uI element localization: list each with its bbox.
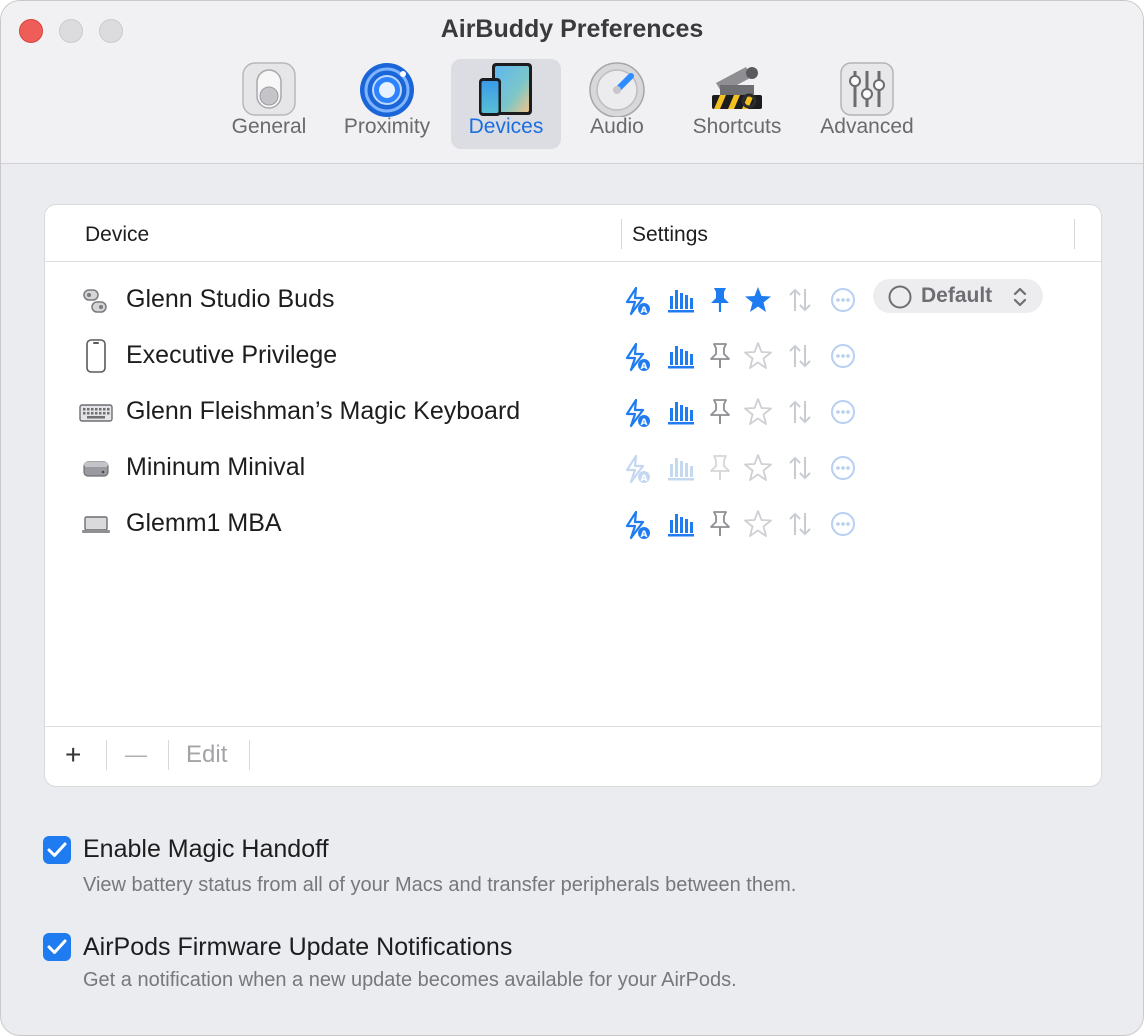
shortcuts-icon	[712, 67, 762, 109]
tab-label: Advanced	[820, 115, 914, 138]
chevron-up-down-icon	[1013, 287, 1027, 307]
mode-popup-label: Default	[921, 284, 993, 307]
footer-separator	[106, 740, 107, 770]
toggle-switch-icon	[242, 62, 296, 116]
table-row[interactable]: Glemm1 MBA A	[45, 497, 1101, 553]
device-name: Executive Privilege	[126, 341, 338, 369]
tab-label: Devices	[468, 115, 544, 138]
svg-text:A: A	[641, 306, 648, 316]
svg-text:A: A	[641, 362, 648, 372]
earbuds-icon	[83, 289, 107, 313]
magic-handoff-description: View battery status from all of your Mac…	[83, 874, 797, 896]
pin-icon[interactable]	[707, 454, 733, 482]
svg-text:A: A	[641, 418, 648, 428]
footer-separator	[168, 740, 169, 770]
transfer-arrows-icon[interactable]	[787, 286, 813, 314]
devices-table: Device Settings Glenn Studio Buds A Defa…	[44, 204, 1102, 787]
column-divider	[621, 219, 622, 249]
auto-connect-icon[interactable]: A	[623, 398, 651, 428]
auto-connect-icon[interactable]: A	[623, 286, 651, 316]
pin-icon[interactable]	[707, 342, 733, 370]
favorite-star-icon[interactable]	[743, 454, 773, 482]
equalizer-icon[interactable]	[667, 398, 695, 426]
tab-audio[interactable]: Audio	[575, 59, 659, 149]
iphone-icon	[86, 339, 106, 373]
more-options-icon[interactable]	[829, 398, 857, 426]
pin-icon[interactable]	[707, 510, 733, 538]
transfer-arrows-icon[interactable]	[787, 510, 813, 538]
equalizer-icon[interactable]	[667, 454, 695, 482]
sliders-icon	[840, 62, 894, 116]
tab-label: Audio	[590, 115, 644, 138]
title-bar: AirBuddy Preferences General Proximity D…	[1, 1, 1143, 164]
tab-advanced[interactable]: Advanced	[811, 59, 923, 149]
tab-shortcuts[interactable]: Shortcuts	[681, 59, 793, 149]
favorite-star-icon[interactable]	[743, 342, 773, 370]
device-name: Mininum Minival	[126, 453, 306, 481]
table-row[interactable]: Executive Privilege A	[45, 329, 1101, 385]
equalizer-icon[interactable]	[667, 342, 695, 370]
mode-popup-button[interactable]: Default	[873, 279, 1043, 313]
remove-device-button[interactable]: —	[125, 742, 147, 774]
tab-general[interactable]: General	[219, 59, 319, 149]
checkmark-icon	[47, 939, 67, 954]
device-name: Glenn Studio Buds	[126, 285, 335, 313]
equalizer-icon[interactable]	[667, 286, 695, 314]
pin-icon[interactable]	[707, 286, 733, 314]
add-device-button[interactable]: +	[65, 739, 81, 771]
column-header-settings[interactable]: Settings	[632, 223, 708, 247]
tab-proximity[interactable]: Proximity	[331, 59, 443, 149]
device-name: Glenn Fleishman’s Magic Keyboard	[126, 397, 521, 425]
favorite-star-icon[interactable]	[743, 510, 773, 538]
macbook-icon	[82, 516, 110, 533]
svg-text:A: A	[641, 530, 648, 540]
tab-label: General	[231, 115, 307, 138]
column-header-device[interactable]: Device	[85, 223, 149, 247]
tab-devices[interactable]: Devices	[451, 59, 561, 149]
checkmark-icon	[47, 842, 67, 857]
header-divider	[45, 261, 1101, 262]
tab-label: Shortcuts	[692, 115, 782, 138]
more-options-icon[interactable]	[829, 286, 857, 314]
preferences-window: AirBuddy Preferences General Proximity D…	[0, 0, 1144, 1036]
favorite-star-icon[interactable]	[743, 286, 773, 314]
equalizer-icon[interactable]	[667, 510, 695, 538]
keyboard-icon	[79, 404, 113, 422]
transfer-arrows-icon[interactable]	[787, 398, 813, 426]
auto-connect-icon[interactable]: A	[623, 454, 651, 484]
pin-icon[interactable]	[707, 398, 733, 426]
transfer-arrows-icon[interactable]	[787, 454, 813, 482]
column-divider	[1074, 219, 1075, 249]
footer-separator	[249, 740, 250, 770]
mac-mini-icon	[83, 461, 109, 477]
footer-divider	[45, 726, 1101, 727]
magic-handoff-checkbox[interactable]	[43, 836, 71, 864]
more-options-icon[interactable]	[829, 510, 857, 538]
favorite-star-icon[interactable]	[743, 398, 773, 426]
window-title: AirBuddy Preferences	[440, 15, 704, 43]
firmware-notifications-description: Get a notification when a new update bec…	[83, 969, 737, 991]
more-options-icon[interactable]	[829, 454, 857, 482]
devices-icon	[479, 63, 532, 116]
transfer-arrows-icon[interactable]	[787, 342, 813, 370]
svg-text:A: A	[641, 474, 648, 484]
table-row[interactable]: Glenn Fleishman’s Magic Keyboard A	[45, 385, 1101, 441]
magic-handoff-label[interactable]: Enable Magic Handoff	[83, 835, 329, 864]
firmware-notifications-label[interactable]: AirPods Firmware Update Notifications	[83, 933, 512, 962]
circle-icon	[888, 285, 912, 309]
more-options-icon[interactable]	[829, 342, 857, 370]
auto-connect-icon[interactable]: A	[623, 510, 651, 540]
volume-knob-icon	[589, 62, 645, 117]
table-row[interactable]: Glenn Studio Buds A Default	[45, 273, 1101, 329]
edit-button[interactable]: Edit	[186, 741, 227, 773]
auto-connect-icon[interactable]: A	[623, 342, 651, 372]
firmware-notifications-checkbox[interactable]	[43, 933, 71, 961]
device-name: Glemm1 MBA	[126, 509, 282, 537]
tab-label: Proximity	[343, 115, 431, 138]
proximity-radar-icon	[360, 63, 414, 117]
table-row[interactable]: Mininum Minival A	[45, 441, 1101, 497]
preferences-toolbar: General Proximity Devices Audio Shortcut…	[1, 59, 1143, 151]
